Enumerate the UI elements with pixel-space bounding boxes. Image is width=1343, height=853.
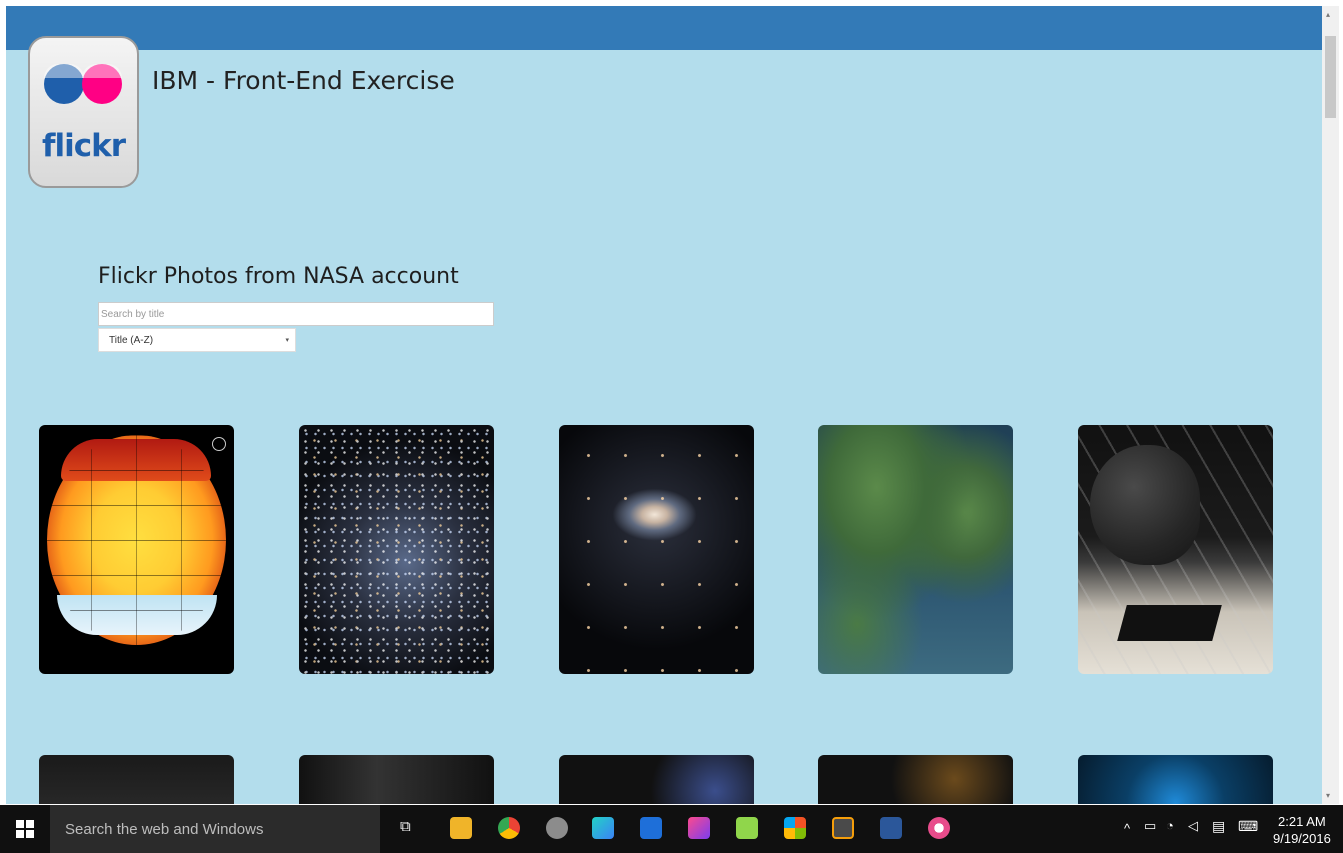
photo-row2-2[interactable] (299, 755, 494, 804)
chrome-icon[interactable] (498, 817, 520, 839)
flickr-logo: flickr (28, 36, 139, 188)
task-view-icon[interactable]: ⧉ (400, 818, 411, 835)
sublime-icon[interactable] (832, 817, 854, 839)
snipping-tool-icon[interactable] (546, 817, 568, 839)
nasa-logo-icon (212, 437, 226, 451)
teamviewer-icon[interactable] (640, 817, 662, 839)
action-center-icon[interactable]: ▤ (1212, 818, 1225, 835)
windows-taskbar: Search the web and Windows ⧉ ^ ▭ ◔ ◁ ▤ ⌨… (0, 805, 1343, 853)
intellij-icon[interactable] (688, 817, 710, 839)
photo-asteroid-stage[interactable] (1078, 425, 1273, 674)
photo-global-temperature-map[interactable] (39, 425, 234, 674)
scroll-down-icon[interactable]: ▾ (1326, 791, 1330, 800)
word-icon[interactable] (880, 817, 902, 839)
taskbar-search-placeholder: Search the web and Windows (65, 821, 264, 838)
top-navbar (6, 6, 1322, 50)
dropdown-arrow-icon: ▾ (285, 337, 289, 344)
itunes-icon[interactable] (928, 817, 950, 839)
clock-date[interactable]: 9/19/2016 (1273, 831, 1331, 846)
photo-galaxy[interactable] (559, 425, 754, 674)
browser-viewport: flickr IBM - Front-End Exercise Flickr P… (6, 6, 1322, 804)
logo-text: flickr (41, 128, 126, 164)
scroll-up-icon[interactable]: ▴ (1326, 10, 1330, 19)
photo-row2-1[interactable] (39, 755, 234, 804)
photo-coastline-satellite[interactable] (818, 425, 1013, 674)
notepad-plus-icon[interactable] (736, 817, 758, 839)
photo-star-cluster[interactable] (299, 425, 494, 674)
photo-row2-4[interactable] (818, 755, 1013, 804)
scrollbar-thumb[interactable] (1325, 36, 1336, 118)
keyboard-icon[interactable]: ⌨ (1238, 818, 1258, 835)
windows-store-icon[interactable] (784, 817, 806, 839)
vertical-scrollbar[interactable]: ▴ ▾ (1322, 6, 1339, 804)
photo-row2-3[interactable] (559, 755, 754, 804)
app-title: IBM - Front-End Exercise (152, 66, 455, 95)
sort-selected-value: Title (A-Z) (109, 335, 154, 346)
tray-chevron-icon[interactable]: ^ (1124, 821, 1130, 836)
clock-time[interactable]: 2:21 AM (1278, 814, 1326, 829)
photo-row2-5[interactable] (1078, 755, 1273, 804)
volume-icon[interactable]: ◁ (1188, 818, 1198, 834)
file-explorer-icon[interactable] (450, 817, 472, 839)
webstorm-icon[interactable] (592, 817, 614, 839)
wifi-icon[interactable]: ◔ (1166, 818, 1174, 833)
section-title: Flickr Photos from NASA account (98, 264, 459, 289)
battery-icon[interactable]: ▭ (1144, 818, 1156, 834)
search-input[interactable] (98, 302, 494, 326)
windows-start-icon[interactable] (16, 820, 34, 838)
taskbar-search-box[interactable]: Search the web and Windows (50, 805, 380, 853)
sort-select[interactable]: Title (A-Z) ▾ (98, 328, 296, 352)
